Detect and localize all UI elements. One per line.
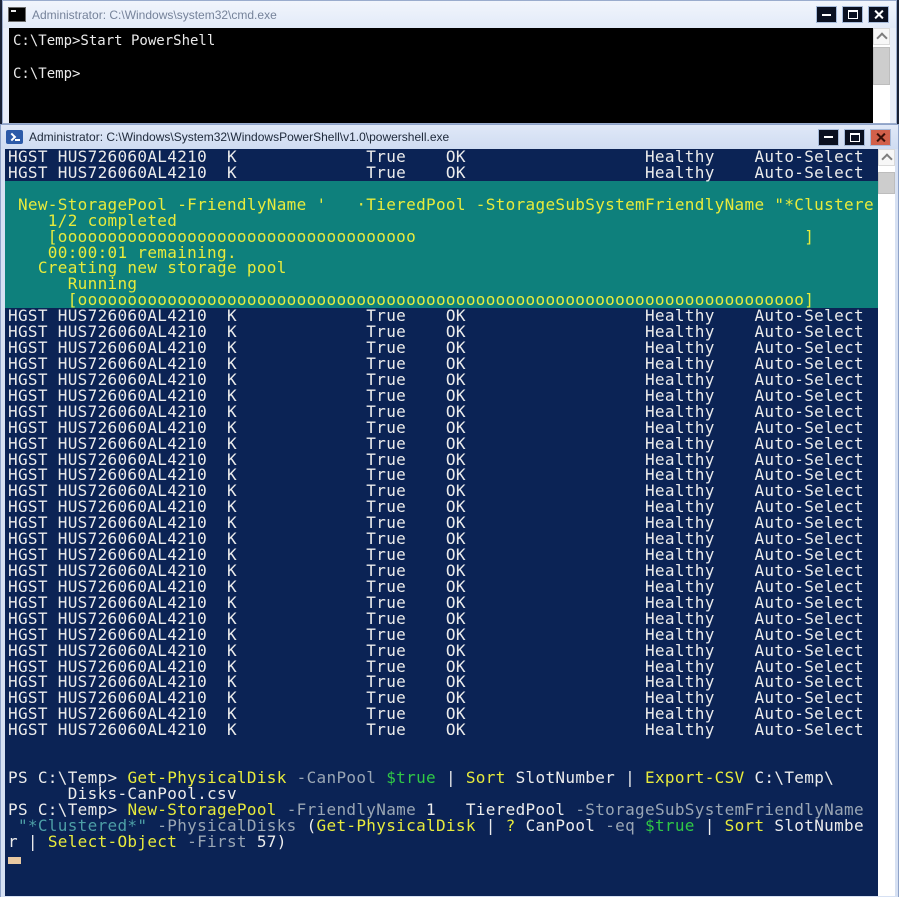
cmd-titlebar[interactable]: Administrator: C:\Windows\system32\cmd.e… <box>3 1 896 28</box>
cmd-window: Administrator: C:\Windows\system32\cmd.e… <box>2 0 897 124</box>
code-segment: -CanPool <box>297 768 387 787</box>
code-segment: Select-Object <box>48 832 187 851</box>
disk-table-top: HGST HUS726060AL4210 K True OK Healthy A… <box>5 149 878 181</box>
code-segment: 57) <box>257 832 287 851</box>
text-cursor <box>8 857 21 864</box>
minimize-button[interactable] <box>818 129 839 146</box>
chevron-up-icon <box>876 32 887 43</box>
cmd-window-title: Administrator: C:\Windows\system32\cmd.e… <box>32 8 816 22</box>
code-segment: r | <box>8 832 48 851</box>
powershell-console[interactable]: HGST HUS726060AL4210 K True OK Healthy A… <box>5 149 878 896</box>
close-icon <box>874 10 883 19</box>
code-segment: $true <box>645 816 705 835</box>
powershell-icon <box>6 130 23 144</box>
cmd-window-controls <box>816 6 889 23</box>
minimize-icon <box>822 14 831 16</box>
code-segment: SlotNumber <box>516 768 625 787</box>
powershell-window-title: Administrator: C:\Windows\System32\Windo… <box>29 130 818 144</box>
code-segment: Get-PhysicalDisk <box>317 816 486 835</box>
code-segment: | <box>625 768 645 787</box>
code-segment: $true <box>386 768 446 787</box>
minimize-icon <box>824 136 833 138</box>
code-segment: -First <box>187 832 257 851</box>
code-segment: Sort <box>725 816 775 835</box>
maximize-icon <box>848 10 858 19</box>
powershell-window: Administrator: C:\Windows\System32\Windo… <box>0 124 899 897</box>
powershell-body: HGST HUS726060AL4210 K True OK Healthy A… <box>1 149 898 896</box>
minimize-button[interactable] <box>816 6 837 23</box>
scrollbar-thumb[interactable] <box>878 172 895 194</box>
code-segment: Sort <box>466 768 516 787</box>
close-button[interactable] <box>870 129 891 146</box>
powershell-titlebar[interactable]: Administrator: C:\Windows\System32\Windo… <box>1 125 898 149</box>
code-segment: ? <box>506 816 526 835</box>
code-segment: -eq <box>605 816 645 835</box>
code-segment: Export-CSV <box>645 768 754 787</box>
cmd-icon <box>8 7 26 22</box>
code-segment: | <box>446 768 466 787</box>
code-segment: CanPool <box>526 816 606 835</box>
powershell-window-controls <box>818 129 891 146</box>
close-icon <box>876 133 885 142</box>
scroll-up-button[interactable] <box>873 28 890 45</box>
code-segment: | <box>705 816 725 835</box>
cmd-console[interactable]: C:\Temp>Start PowerShell C:\Temp> <box>9 28 890 123</box>
close-button[interactable] <box>868 6 889 23</box>
code-segment: | <box>486 816 506 835</box>
cmd-scrollbar[interactable] <box>873 28 890 123</box>
maximize-button[interactable] <box>842 6 863 23</box>
prompt-line <box>5 850 878 866</box>
maximize-button[interactable] <box>844 129 865 146</box>
scrollbar-thumb[interactable] <box>873 47 890 85</box>
code-segment: C:\Temp\ <box>754 768 834 787</box>
disk-table-bottom: HGST HUS726060AL4210 K True OK Healthy A… <box>5 308 878 738</box>
scroll-up-button[interactable] <box>878 149 895 166</box>
code-segment: ( <box>307 816 317 835</box>
maximize-icon <box>850 133 860 142</box>
command-history: PS C:\Temp> Get-PhysicalDisk -CanPool $t… <box>5 770 878 850</box>
chevron-up-icon <box>881 153 892 164</box>
storage-pool-progress-banner: New-StoragePool -FriendlyName ' ·TieredP… <box>5 181 878 308</box>
powershell-scrollbar[interactable] <box>878 149 895 896</box>
command-line: r | Select-Object -First 57) <box>5 834 878 850</box>
code-segment: SlotNumbe <box>774 816 864 835</box>
cmd-console-output: C:\Temp>Start PowerShell C:\Temp> <box>13 33 215 83</box>
